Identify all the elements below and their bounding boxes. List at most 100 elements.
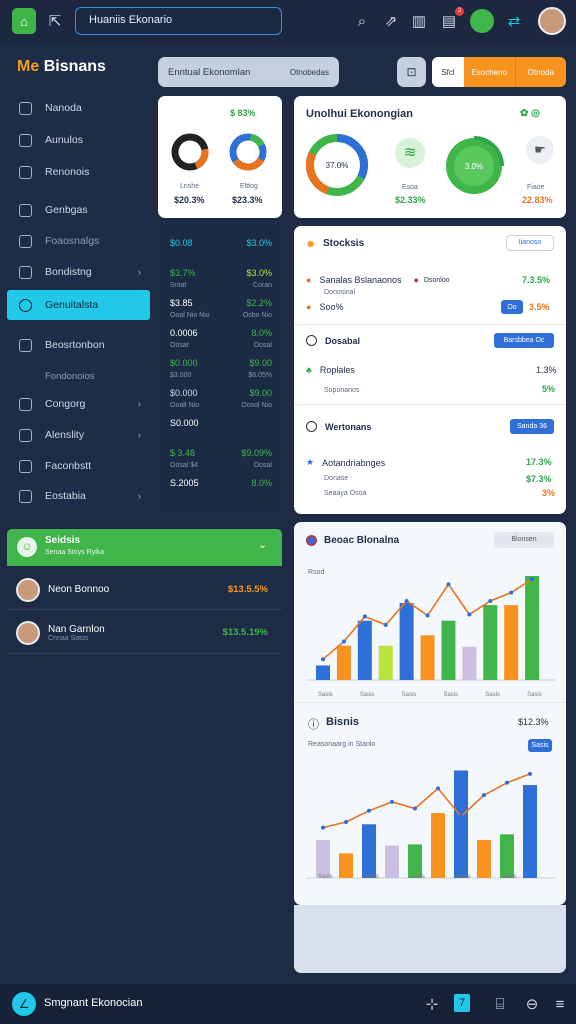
mid-row[interactable]: $ 3.48 $9.09% <box>170 448 272 458</box>
wertonans-button[interactable]: Sanda 36 <box>510 419 554 434</box>
chart-point <box>530 577 535 582</box>
sidebar-item-1[interactable]: Nanoda <box>0 93 150 123</box>
chat-icon[interactable] <box>470 9 494 33</box>
mid-row[interactable]: $3.7% $3.0% <box>170 268 272 278</box>
x-tick-label: Sasis <box>443 692 458 698</box>
filter-icon[interactable]: ⊡ <box>397 57 426 87</box>
chevron-icon: › <box>138 267 141 277</box>
circle-icon <box>306 335 317 346</box>
lock-icon[interactable]: ⌸ <box>489 993 511 1015</box>
person-row[interactable]: Nan Garnlon Cnnaa Satos $13.5.19% <box>7 612 282 654</box>
share-icon[interactable]: ⇗ <box>380 10 402 32</box>
badge-count: 2 <box>455 7 464 16</box>
sidebar-item-8[interactable]: Beosrtonbon <box>0 330 150 360</box>
header-search[interactable]: Enntual Ekonomlan Otnobedas <box>158 57 339 87</box>
mid-row-a: S0.000 <box>170 418 199 428</box>
sidebar-item-12[interactable]: Faconbstt <box>0 451 150 481</box>
stock-row-5-value: 17.3% <box>526 457 552 467</box>
mid-row[interactable]: $3.85 $2.2% <box>170 298 272 308</box>
x-tick-label: Sasis <box>485 692 500 698</box>
sidebar-item-2[interactable]: Aunulos <box>0 125 150 155</box>
mid-row[interactable]: $0.08 $3.0% <box>170 238 272 248</box>
notification-icon[interactable]: ▤ 2 <box>438 7 464 32</box>
sidebar-item-9[interactable]: Fondonoios <box>0 361 150 391</box>
globe-icon <box>19 338 32 352</box>
chart-bar <box>408 844 422 878</box>
sidebar-item-4[interactable]: Genbgas <box>0 195 150 225</box>
app-logo-icon[interactable]: ∠ <box>12 992 36 1016</box>
stock-row-3-value: 1.3% <box>536 365 557 375</box>
mid-sub-a: $3.000 <box>170 372 192 379</box>
chevron-down-icon[interactable]: ⌄ <box>258 538 267 551</box>
tab-small[interactable]: Sfcl <box>432 57 464 87</box>
mid-sub-b: Osbo Nio <box>242 312 272 319</box>
chart-bar <box>500 834 514 878</box>
mid-row-a: $3.7% <box>170 268 196 278</box>
chart2-value: $12.3% <box>518 717 549 727</box>
stock-row-3[interactable]: ♣ Roplales <box>306 365 355 375</box>
grid-icon <box>19 165 32 179</box>
pin-icon[interactable]: ⊹ <box>421 993 443 1015</box>
chart-point <box>509 590 514 595</box>
collapse-icon[interactable]: ⇱ <box>44 10 66 32</box>
chart1-badge[interactable]: Blonsen <box>494 532 554 548</box>
chart2-title: Bisnis <box>326 716 360 728</box>
mid-row-b: $3.0% <box>246 268 272 278</box>
sidebar-item-10[interactable]: Congorg › <box>0 389 150 419</box>
avatar <box>16 620 40 645</box>
chart-bar <box>431 813 445 878</box>
chart-bar <box>357 620 372 680</box>
tab-orange-1[interactable]: Esocheno <box>464 57 516 87</box>
mid-row[interactable]: 0.0006 8.0% <box>170 328 272 338</box>
chart-bar <box>420 635 435 680</box>
chart-icon[interactable]: ▥ <box>408 10 430 32</box>
sidebar-item-11[interactable]: Alenslity › <box>0 420 150 450</box>
sidebar-item-label: Eostabia <box>45 490 86 502</box>
stock-row-2-button[interactable]: Oo <box>501 300 523 314</box>
book-icon <box>19 459 32 473</box>
square-icon <box>19 234 32 248</box>
stat-value-2: $23.3% <box>232 195 263 205</box>
stock-row-5[interactable]: ★ Aotandriabnges <box>306 457 385 468</box>
mid-row[interactable]: S0.000 <box>170 418 272 428</box>
person-row[interactable]: Neon Bonnoo $13.5.5% <box>7 570 282 610</box>
search-icon[interactable]: ⌕ <box>351 10 373 32</box>
mid-sub-a: Oosat <box>170 342 189 349</box>
sidebar-item-13[interactable]: Eostabia › <box>0 481 150 511</box>
settings-icon[interactable]: ⊖ <box>521 993 543 1015</box>
home-logo-icon[interactable]: ⌂ <box>12 8 36 34</box>
sidebar-item-3[interactable]: Renonois <box>0 157 150 187</box>
mid-row[interactable]: $0.000 $9.00 <box>170 358 272 368</box>
charts-card: Beoac Blonalna Blonsen Rsod Sasis Sasis Sa… <box>294 522 566 905</box>
leaf-icon[interactable]: ✿ ◎ <box>520 108 540 119</box>
sidebar-item-7[interactable]: Genuitalsta <box>7 290 150 320</box>
sidebar-item-6[interactable]: Bondistng › <box>0 257 150 287</box>
stock-row-1[interactable]: ● Sanalas Bslanaonos ● Dsonloo <box>306 275 450 285</box>
tag-icon[interactable]: 7 <box>454 994 470 1012</box>
sidebar-item-label: Foaosnalgs <box>45 235 100 247</box>
x-tick-label: Sasis <box>410 874 425 880</box>
people-header[interactable]: ☺ Seidsis Senaa Stoys Rylka ⌄ <box>7 529 282 566</box>
shield-icon <box>19 133 32 147</box>
user-avatar[interactable] <box>538 7 566 35</box>
stock-row-5-value-2: $7.3% <box>526 474 552 484</box>
mid-row[interactable]: S.2005 8.0% <box>170 478 272 488</box>
section-wertonans: Wertonans <box>306 421 371 432</box>
stat-label-2: Elttog <box>240 183 258 190</box>
stocks-filter[interactable]: Iianoso <box>506 235 554 251</box>
dosabal-button[interactable]: Barsbbea Oc <box>494 333 554 348</box>
stock-row-2[interactable]: ● Soo% <box>306 302 343 312</box>
chart2-button[interactable]: Sasis <box>528 739 552 752</box>
tab-orange-2[interactable]: Otnoda <box>515 57 566 87</box>
mid-row-sub: Sntat Coran <box>170 282 272 289</box>
mid-row[interactable]: $0.000 $9.00 <box>170 388 272 398</box>
donut-2 <box>229 133 267 171</box>
menu-icon[interactable]: ≡ <box>549 993 571 1015</box>
hand-icon: ☛ <box>526 136 554 164</box>
person-icon: ☺ <box>17 537 37 557</box>
sidebar-item-5[interactable]: Foaosnalgs <box>0 226 150 256</box>
mid-sub-b: Oosal <box>253 462 272 469</box>
swap-icon[interactable]: ⇄ <box>503 10 525 32</box>
stat-label-1: Lnshe <box>180 183 200 190</box>
search-input[interactable]: Huaniis Ekonario <box>75 7 282 35</box>
